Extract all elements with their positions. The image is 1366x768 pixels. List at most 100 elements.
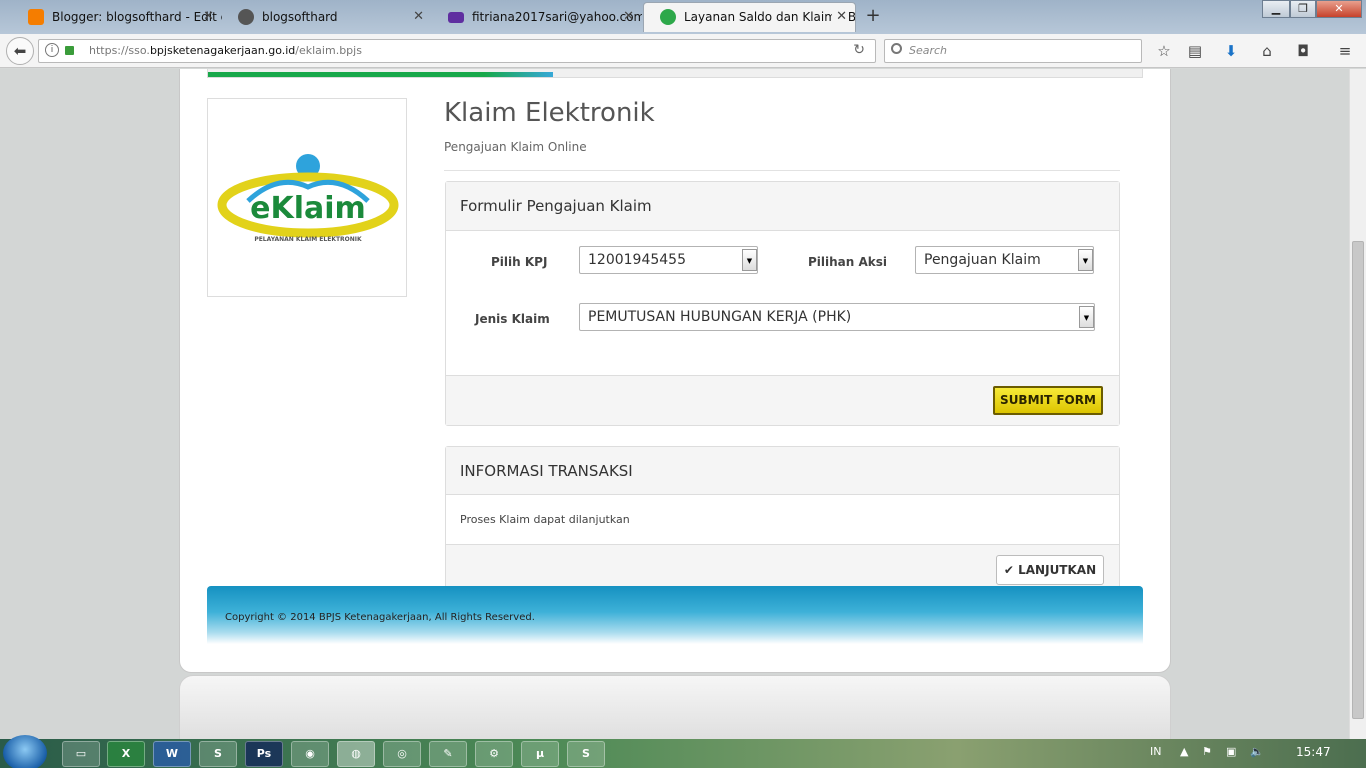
page-viewport: eKlaim PELAYANAN KLAIM ELEKTRONIK Klaim … — [0, 69, 1349, 739]
page-title: Klaim Elektronik — [444, 98, 655, 128]
jenis-select[interactable]: PEMUTUSAN HUBUNGAN KERJA (PHK) ▼ — [579, 303, 1095, 331]
form-heading: Formulir Pengajuan Klaim — [460, 197, 652, 215]
transaction-info-panel: INFORMASI TRANSAKSI Proses Klaim dapat d… — [445, 446, 1120, 595]
claim-form-panel: Formulir Pengajuan Klaim Pilih KPJ 12001… — [445, 181, 1120, 426]
home-icon[interactable]: ⌂ — [1257, 42, 1277, 60]
skype-icon[interactable]: S — [199, 741, 237, 767]
panel-header: INFORMASI TRANSAKSI — [446, 447, 1119, 495]
divider — [444, 170, 1120, 171]
volume-icon[interactable]: 🔈 — [1250, 745, 1264, 758]
aksi-selected-value: Pengajuan Klaim — [924, 252, 1041, 268]
close-icon[interactable]: ✕ — [413, 4, 424, 30]
page-container: eKlaim PELAYANAN KLAIM ELEKTRONIK Klaim … — [179, 69, 1171, 673]
eklaim-logo-graphic: eKlaim PELAYANAN KLAIM ELEKTRONIK — [217, 154, 399, 243]
clock[interactable]: 15:47 — [1296, 745, 1331, 759]
reload-icon[interactable]: ↻ — [853, 42, 865, 58]
url-text: https://sso.bpjsketenagakerjaan.go.id/ek… — [89, 40, 362, 62]
tab-yahoo-mail[interactable]: fitriana2017sari@yahoo.com ✕ — [432, 4, 642, 30]
url-domain: bpjsketenagakerjaan.go.id — [149, 44, 296, 57]
jenis-label: Jenis Klaim — [475, 312, 550, 326]
tab-bpjs-active[interactable]: Layanan Saldo dan Klaim - BP ✕ — [643, 2, 856, 32]
tray-expand-icon[interactable]: ▲ — [1180, 745, 1188, 758]
kpj-selected-value: 12001945455 — [588, 252, 686, 268]
panel-header: Formulir Pengajuan Klaim — [446, 182, 1119, 231]
kpj-select[interactable]: 12001945455 ▼ — [579, 246, 758, 274]
info-icon[interactable]: i — [45, 43, 59, 57]
copyright-text: Copyright © 2014 BPJS Ketenagakerjaan, A… — [225, 612, 535, 623]
browser-nav-bar: ⬅ i https://sso.bpjsketenagakerjaan.go.i… — [0, 34, 1366, 68]
check-icon: ✔ — [1003, 563, 1014, 577]
header-accent-bar — [208, 72, 553, 77]
page-subtitle: Pengajuan Klaim Online — [444, 140, 587, 154]
tab-title: Layanan Saldo dan Klaim - BP — [684, 10, 856, 24]
maximize-button[interactable]: ❐ — [1290, 0, 1316, 18]
word-icon[interactable]: W — [153, 741, 191, 767]
page-footer: Copyright © 2014 BPJS Ketenagakerjaan, A… — [207, 586, 1143, 644]
chevron-down-icon: ▼ — [742, 249, 757, 271]
reading-list-icon[interactable]: ▤ — [1185, 42, 1205, 60]
chrome-icon[interactable]: ◎ — [383, 741, 421, 767]
scrollbar-thumb[interactable] — [1352, 241, 1364, 719]
windows-taskbar: ▭ X W S Ps ◉ ◍ ◎ ✎ ⚙ µ S IN ▲ ⚑ ▣ 🔈 15:4… — [0, 735, 1366, 768]
start-button[interactable] — [3, 735, 47, 768]
app-icon[interactable]: ⚙ — [475, 741, 513, 767]
url-prefix: https://sso. — [89, 44, 150, 57]
line-icon[interactable]: ✎ — [429, 741, 467, 767]
bookmark-star-icon[interactable]: ☆ — [1154, 42, 1174, 60]
photoshop-icon[interactable]: Ps — [245, 741, 283, 767]
mail-icon — [448, 12, 464, 23]
search-icon — [891, 43, 902, 54]
tab-title: Blogger: blogsofthard - Edit e — [52, 10, 222, 24]
vertical-scrollbar[interactable] — [1349, 69, 1366, 739]
language-indicator[interactable]: IN — [1150, 745, 1161, 758]
arrow-left-icon: ⬅ — [13, 42, 27, 60]
minimize-button[interactable]: ▁ — [1262, 0, 1290, 18]
browser-tab-bar: Blogger: blogsofthard - Edit e ✕ blogsof… — [0, 0, 1366, 34]
aksi-label: Pilihan Aksi — [808, 255, 888, 269]
skype-icon-2[interactable]: S — [567, 741, 605, 767]
chevron-down-icon: ▼ — [1078, 249, 1093, 271]
logo-tagline: PELAYANAN KLAIM ELEKTRONIK — [254, 236, 362, 243]
utorrent-icon[interactable]: µ — [521, 741, 559, 767]
chevron-down-icon: ▼ — [1079, 306, 1094, 328]
lanjutkan-button[interactable]: ✔ LANJUTKAN — [996, 555, 1104, 585]
messenger-icon[interactable]: ◉ — [291, 741, 329, 767]
info-message: Proses Klaim dapat dilanjutkan — [460, 513, 630, 526]
close-window-button[interactable]: ✕ — [1316, 0, 1362, 18]
excel-icon[interactable]: X — [107, 741, 145, 767]
tab-title: blogsofthard — [262, 10, 338, 24]
close-icon[interactable]: ✕ — [623, 4, 634, 30]
aksi-select[interactable]: Pengajuan Klaim ▼ — [915, 246, 1094, 274]
close-icon[interactable]: ✕ — [832, 3, 847, 31]
new-tab-button[interactable]: + — [860, 4, 886, 28]
download-icon[interactable]: ⬇ — [1221, 42, 1241, 60]
tab-blogger[interactable]: Blogger: blogsofthard - Edit e ✕ — [12, 4, 222, 30]
lock-icon — [65, 46, 74, 55]
camera-icon — [238, 9, 254, 25]
pocket-icon[interactable]: ◘ — [1293, 42, 1313, 60]
flag-icon[interactable]: ⚑ — [1202, 745, 1212, 758]
close-icon[interactable]: ✕ — [203, 4, 214, 30]
eklaim-logo: eKlaim PELAYANAN KLAIM ELEKTRONIK — [207, 98, 407, 297]
lanjutkan-label: LANJUTKAN — [1018, 563, 1097, 577]
back-button[interactable]: ⬅ — [6, 37, 34, 65]
info-heading: INFORMASI TRANSAKSI — [460, 462, 633, 480]
logo-text: eKlaim — [250, 191, 366, 226]
firefox-icon[interactable]: ◍ — [337, 741, 375, 767]
url-path: /eklaim.bpjs — [295, 44, 362, 57]
network-icon[interactable]: ▣ — [1226, 745, 1236, 758]
jenis-selected-value: PEMUTUSAN HUBUNGAN KERJA (PHK) — [588, 309, 852, 325]
header-band — [207, 69, 1143, 78]
url-bar[interactable]: i https://sso.bpjsketenagakerjaan.go.id/… — [38, 39, 876, 63]
form-footer: SUBMIT FORM — [446, 375, 1119, 425]
search-input[interactable]: Search — [884, 39, 1142, 63]
blogger-icon — [28, 9, 44, 25]
kpj-label: Pilih KPJ — [491, 255, 548, 269]
explorer-icon[interactable]: ▭ — [62, 741, 100, 767]
submit-form-button[interactable]: SUBMIT FORM — [993, 386, 1103, 415]
tab-blogsofthard[interactable]: blogsofthard ✕ — [222, 4, 432, 30]
bpjs-icon — [660, 9, 676, 25]
search-placeholder: Search — [909, 44, 948, 57]
page-bottom-shadow — [179, 675, 1171, 739]
menu-icon[interactable]: ≡ — [1335, 42, 1355, 60]
